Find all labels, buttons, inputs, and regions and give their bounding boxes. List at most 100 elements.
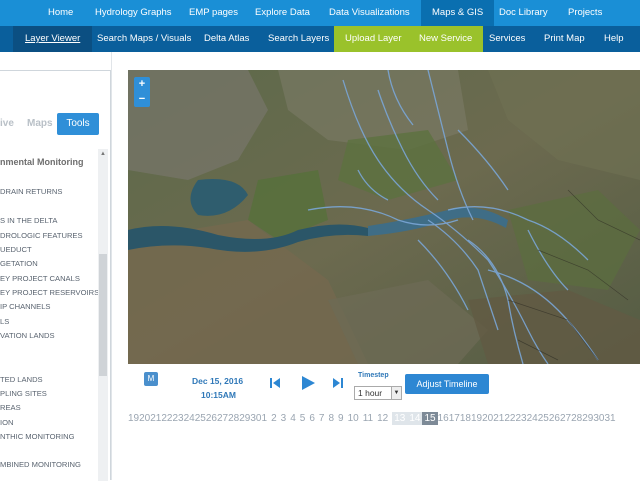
- day-cell[interactable]: 24: [527, 413, 538, 424]
- day-cell[interactable]: 22: [161, 413, 172, 424]
- day-cell[interactable]: 22: [504, 413, 515, 424]
- adjust-timeline-button[interactable]: Adjust Timeline: [405, 374, 489, 394]
- day-cell[interactable]: 26: [206, 413, 217, 424]
- day-cell[interactable]: 20: [482, 413, 493, 424]
- day-cell[interactable]: 5: [300, 413, 306, 424]
- day-cell[interactable]: 27: [560, 413, 571, 424]
- nav-explore-data[interactable]: Explore Data: [255, 0, 310, 26]
- layer-item[interactable]: GETATION: [0, 259, 38, 268]
- day-cell[interactable]: 19: [471, 413, 482, 424]
- day-cell[interactable]: 11: [363, 413, 373, 424]
- day-cell[interactable]: 6: [309, 413, 315, 424]
- layer-item[interactable]: TED LANDS: [0, 375, 43, 384]
- satellite-imagery: [128, 70, 640, 364]
- day-cell[interactable]: 10: [348, 413, 359, 424]
- tab-active[interactable]: ive: [0, 113, 14, 135]
- day-cell[interactable]: 19: [128, 413, 139, 424]
- day-cell[interactable]: 25: [538, 413, 549, 424]
- day-cell[interactable]: 8: [328, 413, 334, 424]
- layer-item[interactable]: NTHIC MONITORING: [0, 432, 75, 441]
- day-cell[interactable]: 9: [338, 413, 344, 424]
- layer-item[interactable]: DRAIN RETURNS: [0, 187, 62, 196]
- day-cell[interactable]: 30: [250, 413, 261, 424]
- day-cell[interactable]: 1: [262, 413, 268, 424]
- layer-item[interactable]: UEDUCT: [0, 245, 32, 254]
- subnav-search-layers[interactable]: Search Layers: [268, 26, 329, 52]
- layer-item[interactable]: IP CHANNELS: [0, 302, 51, 311]
- day-cell[interactable]: 29: [582, 413, 593, 424]
- day-cell[interactable]: 21: [150, 413, 161, 424]
- day-cell[interactable]: 23: [515, 413, 526, 424]
- scroll-up-icon[interactable]: ▲: [100, 151, 106, 157]
- skip-forward-icon[interactable]: [332, 376, 344, 390]
- layer-item[interactable]: VATION LANDS: [0, 331, 55, 340]
- day-cell[interactable]: 25: [195, 413, 206, 424]
- day-cell[interactable]: 4: [290, 413, 296, 424]
- timestep-select[interactable]: 1 hour ▼: [354, 386, 402, 400]
- nav-projects[interactable]: Projects: [568, 0, 602, 26]
- day-cell[interactable]: 24: [184, 413, 195, 424]
- day-cell[interactable]: 16: [438, 413, 449, 424]
- nav-data-visualizations[interactable]: Data Visualizations: [329, 0, 410, 26]
- day-cell[interactable]: 28: [228, 413, 239, 424]
- layer-sidebar: ive Maps Tools nmental Monitoring DRAIN …: [0, 70, 111, 481]
- day-cell[interactable]: 26: [549, 413, 560, 424]
- day-cell[interactable]: 7: [319, 413, 325, 424]
- skip-back-icon[interactable]: [269, 376, 281, 390]
- nav-maps-gis[interactable]: Maps & GIS: [421, 0, 495, 26]
- layer-item[interactable]: S IN THE DELTA: [0, 216, 57, 225]
- subnav-layer-viewer[interactable]: Layer Viewer: [13, 26, 93, 52]
- subnav-delta-atlas[interactable]: Delta Atlas: [204, 26, 249, 52]
- day-cell[interactable]: 17: [449, 413, 460, 424]
- layer-item[interactable]: PLING SITES: [0, 389, 47, 398]
- day-cell[interactable]: 15: [422, 412, 438, 425]
- timestep-value: 1 hour: [358, 388, 383, 398]
- subnav-help[interactable]: Help: [604, 26, 624, 52]
- mode-button[interactable]: M: [144, 372, 158, 386]
- nav-emp-pages[interactable]: EMP pages: [189, 0, 238, 26]
- tab-maps[interactable]: Maps: [27, 113, 53, 135]
- timestep-label: Timestep: [358, 372, 389, 379]
- sidebar-scrollbar[interactable]: ▲: [98, 149, 108, 481]
- day-cell[interactable]: 23: [173, 413, 184, 424]
- day-cell[interactable]: 2: [271, 413, 277, 424]
- layer-item[interactable]: EY PROJECT CANALS: [0, 274, 80, 283]
- day-cell[interactable]: 14: [407, 412, 423, 425]
- nav-hydrology-graphs[interactable]: Hydrology Graphs: [95, 0, 172, 26]
- play-icon[interactable]: [300, 375, 316, 391]
- zoom-control: + −: [134, 77, 150, 107]
- sub-nav: Layer Viewer Search Maps / Visuals Delta…: [0, 26, 640, 52]
- subnav-search-maps[interactable]: Search Maps / Visuals: [97, 26, 191, 52]
- layer-item[interactable]: MBINED MONITORING: [0, 460, 81, 469]
- subnav-print-map[interactable]: Print Map: [544, 26, 585, 52]
- layer-item[interactable]: DROLOGIC FEATURES: [0, 231, 83, 240]
- scroll-thumb[interactable]: [99, 254, 107, 376]
- layer-group-heading[interactable]: nmental Monitoring: [0, 157, 84, 167]
- day-cell[interactable]: 27: [217, 413, 228, 424]
- layer-item[interactable]: EY PROJECT RESERVOIRS: [0, 288, 99, 297]
- day-cell[interactable]: 31: [604, 413, 615, 424]
- subnav-new-service[interactable]: New Service: [408, 26, 484, 52]
- zoom-out-button[interactable]: −: [134, 92, 150, 107]
- day-cell[interactable]: 28: [571, 413, 582, 424]
- nav-home[interactable]: Home: [48, 0, 73, 26]
- day-cell[interactable]: 20: [139, 413, 150, 424]
- layer-item[interactable]: LS: [0, 317, 9, 326]
- dropdown-arrow-icon: ▼: [391, 387, 401, 399]
- subnav-upload-layer[interactable]: Upload Layer: [334, 26, 413, 52]
- day-cell[interactable]: 12: [377, 413, 388, 424]
- day-cell[interactable]: 18: [460, 413, 471, 424]
- day-cell[interactable]: 13: [392, 412, 408, 425]
- current-date: Dec 15, 2016: [192, 376, 244, 386]
- tab-tools[interactable]: Tools: [57, 113, 99, 135]
- day-cell[interactable]: 29: [239, 413, 250, 424]
- subnav-services[interactable]: Services: [489, 26, 525, 52]
- nav-doc-library[interactable]: Doc Library: [499, 0, 548, 26]
- day-cell[interactable]: 3: [281, 413, 287, 424]
- zoom-in-button[interactable]: +: [134, 77, 150, 92]
- layer-item[interactable]: ION: [0, 418, 14, 427]
- map-view[interactable]: [128, 70, 640, 364]
- day-cell[interactable]: 21: [493, 413, 504, 424]
- day-cell[interactable]: 30: [593, 413, 604, 424]
- layer-item[interactable]: REAS: [0, 403, 21, 412]
